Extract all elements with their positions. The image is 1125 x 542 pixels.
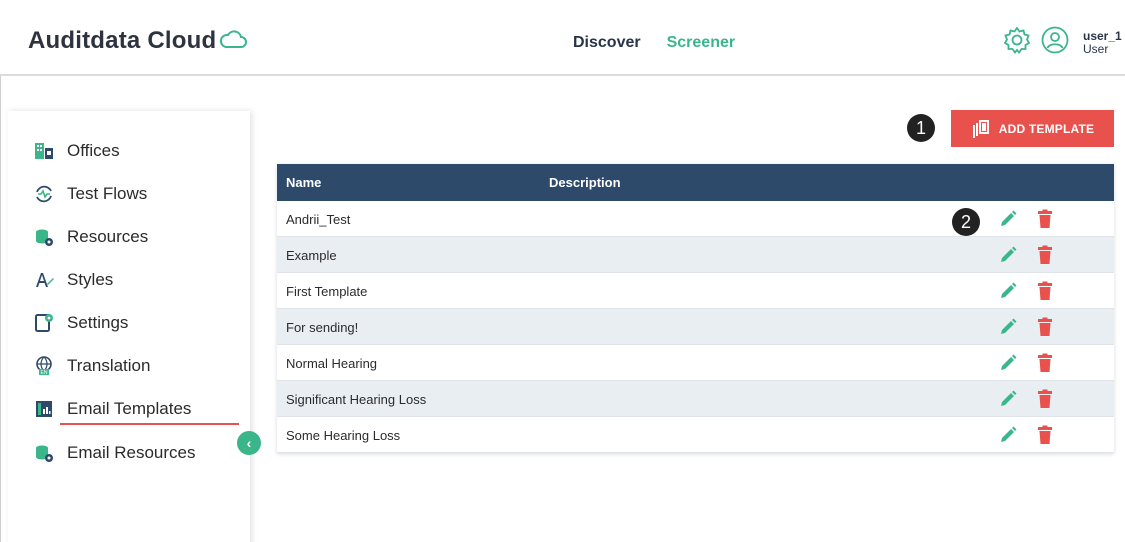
resources-icon — [33, 226, 55, 248]
sidebar-item-email-templates[interactable]: Email Templates — [33, 394, 191, 424]
step-marker-2: 2 — [952, 208, 980, 236]
sidebar-item-label: Translation — [67, 356, 151, 375]
row-name: Significant Hearing Loss — [286, 392, 427, 407]
translation-icon: EN — [33, 355, 55, 377]
trash-icon[interactable] — [1037, 281, 1053, 301]
sidebar-item-label: Email Resources — [67, 443, 196, 462]
top-header: Auditdata Cloud Discover Screener user_1… — [0, 0, 1125, 76]
add-template-button[interactable]: ADD TEMPLATE — [951, 110, 1114, 147]
trash-icon[interactable] — [1037, 353, 1053, 373]
table-row[interactable]: First Template — [277, 273, 1114, 309]
table-body: Andrii_Test Example First Template For send… — [277, 201, 1114, 453]
table-row[interactable]: Andrii_Test — [277, 201, 1114, 237]
row-name: Andrii_Test — [286, 212, 351, 227]
table-row[interactable]: Significant Hearing Loss — [277, 381, 1114, 417]
email-resources-icon — [33, 442, 55, 464]
pencil-icon[interactable] — [999, 426, 1017, 444]
sidebar-item-offices[interactable]: Offices — [33, 136, 120, 166]
email-templates-icon — [33, 398, 55, 420]
row-name: First Template — [286, 284, 368, 299]
test-flows-icon — [33, 183, 55, 205]
copy-icon — [971, 119, 991, 139]
table-row[interactable]: Example — [277, 237, 1114, 273]
step-marker-1: 1 — [907, 114, 935, 142]
header-icons — [1002, 25, 1070, 55]
pencil-icon[interactable] — [999, 210, 1017, 228]
sidebar-item-email-resources[interactable]: Email Resources — [33, 438, 196, 468]
pencil-icon[interactable] — [999, 246, 1017, 264]
sidebar-item-label: Test Flows — [67, 184, 148, 203]
table-row[interactable]: Some Hearing Loss — [277, 417, 1114, 453]
table-header: Name Description — [277, 164, 1114, 201]
user-role: User — [1083, 42, 1109, 56]
sidebar-item-label: Settings — [67, 313, 129, 332]
cloud-icon — [220, 30, 248, 48]
table-row[interactable]: For sending! — [277, 309, 1114, 345]
trash-icon[interactable] — [1037, 425, 1053, 445]
sidebar-item-settings[interactable]: Settings — [33, 308, 128, 338]
templates-table: Name Description Andrii_Test Example First… — [277, 164, 1114, 453]
sidebar-collapse-button[interactable]: ‹ — [237, 431, 261, 455]
pencil-icon[interactable] — [999, 282, 1017, 300]
offices-icon — [33, 140, 55, 162]
nav-discover[interactable]: Discover — [573, 34, 641, 52]
pencil-icon[interactable] — [999, 354, 1017, 372]
sidebar-item-label: Email Templates — [67, 399, 192, 418]
active-item-underline — [60, 423, 239, 425]
sidebar-item-label: Offices — [67, 141, 120, 160]
brand-logo[interactable]: Auditdata Cloud — [28, 27, 248, 55]
top-nav: Discover Screener — [573, 34, 735, 52]
trash-icon[interactable] — [1037, 317, 1053, 337]
row-name: Normal Hearing — [286, 356, 378, 371]
sidebar-item-translation[interactable]: EN Translation — [33, 351, 150, 381]
trash-icon[interactable] — [1037, 245, 1053, 265]
table-row[interactable]: Normal Hearing — [277, 345, 1114, 381]
column-header-description[interactable]: Description — [549, 175, 621, 190]
pencil-icon[interactable] — [999, 318, 1017, 336]
trash-icon[interactable] — [1037, 389, 1053, 409]
brand-name: Auditdata Cloud — [28, 27, 217, 54]
user-circle-icon[interactable] — [1040, 25, 1070, 55]
row-name: Example — [286, 248, 337, 263]
column-header-name[interactable]: Name — [286, 175, 321, 190]
sidebar-item-resources[interactable]: Resources — [33, 222, 148, 252]
add-template-label: ADD TEMPLATE — [998, 121, 1095, 136]
gear-icon[interactable] — [1002, 25, 1032, 55]
sidebar-item-label: Resources — [67, 227, 149, 246]
styles-icon — [33, 269, 55, 291]
settings-icon — [33, 312, 55, 334]
pencil-icon[interactable] — [999, 390, 1017, 408]
chevron-left-icon: ‹ — [246, 435, 252, 451]
user-info[interactable]: user_1 User — [1083, 30, 1122, 56]
trash-icon[interactable] — [1037, 209, 1053, 229]
row-name: For sending! — [286, 320, 359, 335]
row-name: Some Hearing Loss — [286, 428, 401, 443]
sidebar-item-label: Styles — [67, 270, 114, 289]
sidebar-item-styles[interactable]: Styles — [33, 265, 113, 295]
sidebar-item-test-flows[interactable]: Test Flows — [33, 179, 147, 209]
nav-screener[interactable]: Screener — [667, 34, 736, 52]
sidebar: Offices Test Flows Resources Styles Sett… — [8, 111, 250, 542]
svg-text:EN: EN — [41, 370, 48, 376]
